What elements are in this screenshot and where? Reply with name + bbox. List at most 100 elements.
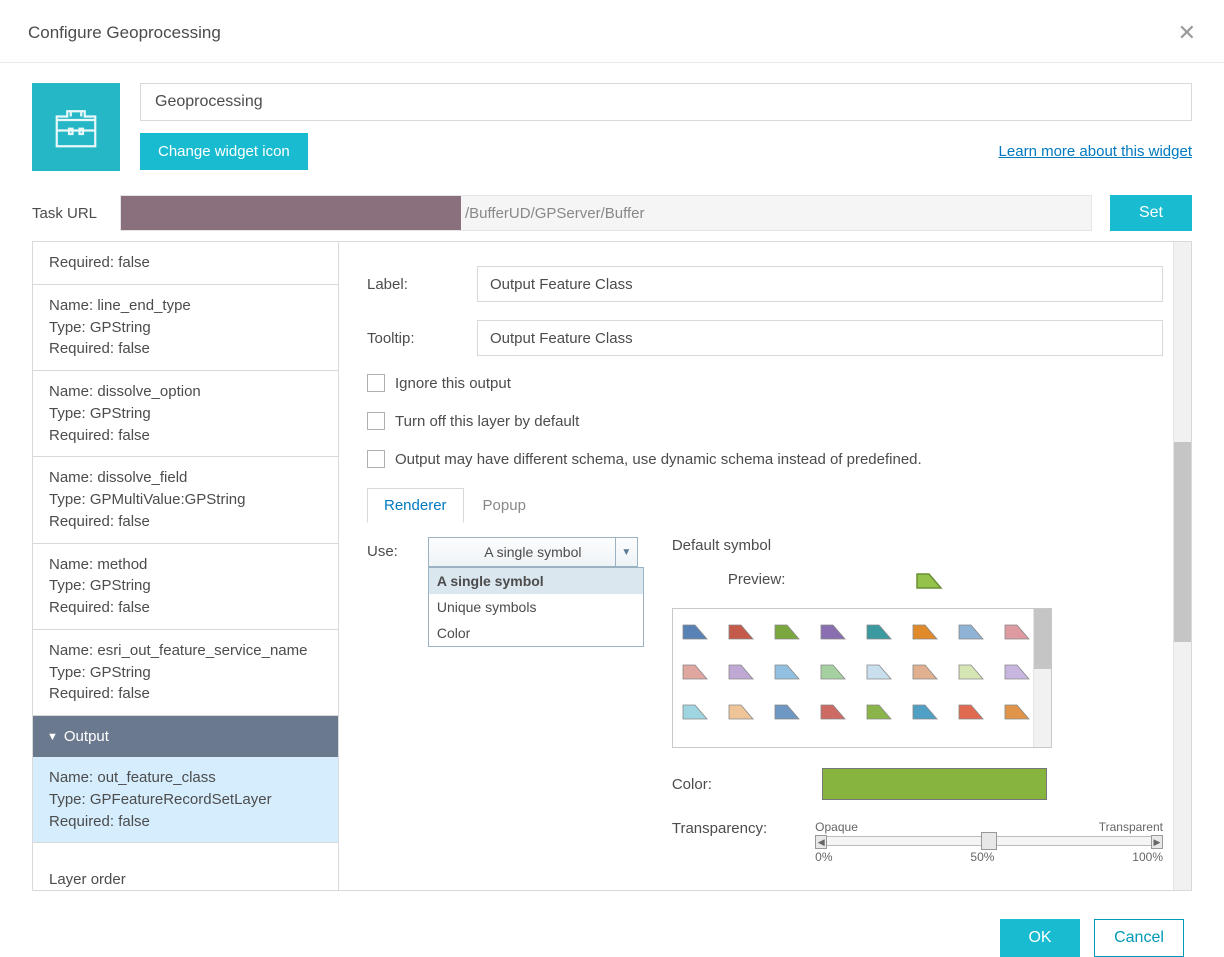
- dialog-title: Configure Geoprocessing: [28, 23, 221, 43]
- cancel-button[interactable]: Cancel: [1094, 919, 1184, 957]
- transparency-slider[interactable]: Opaque Transparent ◀ ▶ 0% 50%: [815, 820, 1163, 864]
- output-param-item[interactable]: Name: out_feature_class Type: GPFeatureR…: [33, 757, 338, 843]
- ignore-output-checkbox[interactable]: [367, 374, 385, 392]
- detail-panel: Label: Tooltip: Ignore this output Turn …: [338, 241, 1192, 891]
- widget-name-input[interactable]: [140, 83, 1192, 121]
- redacted-url-part: [121, 196, 461, 230]
- use-label: Use:: [367, 537, 398, 560]
- sidebar-scroll[interactable]: Required: false Name: line_end_type Type…: [33, 242, 338, 890]
- symbol-swatch[interactable]: [957, 619, 985, 641]
- label-row: Label:: [367, 266, 1163, 302]
- symbol-swatch[interactable]: [865, 659, 893, 681]
- swatch-row: [681, 619, 1043, 641]
- symbol-swatch[interactable]: [1003, 659, 1031, 681]
- symbol-swatch-grid: [672, 608, 1052, 748]
- symbol-swatch[interactable]: [727, 619, 755, 641]
- dialog-footer: OK Cancel: [0, 905, 1224, 957]
- caret-down-icon: ▼: [47, 731, 58, 743]
- renderer-body: Use: A single symbol ▼ A single symbol U…: [367, 537, 1163, 864]
- detail-scrollbar[interactable]: [1173, 242, 1191, 890]
- tab-popup[interactable]: Popup: [466, 488, 543, 523]
- param-item[interactable]: Name: method Type: GPString Required: fa…: [33, 544, 338, 630]
- set-button[interactable]: Set: [1110, 195, 1192, 231]
- slider-track[interactable]: ◀ ▶: [815, 836, 1163, 846]
- slider-thumb[interactable]: [981, 832, 997, 850]
- dropdown-option[interactable]: Color: [429, 620, 643, 646]
- label-input[interactable]: [477, 266, 1163, 302]
- tooltip-label: Tooltip:: [367, 330, 477, 347]
- color-label: Color:: [672, 776, 712, 793]
- grid-scrollbar[interactable]: [1033, 609, 1051, 747]
- tooltip-input[interactable]: [477, 320, 1163, 356]
- task-url-input[interactable]: /BufferUD/GPServer/Buffer: [120, 195, 1092, 231]
- transparency-row: Transparency: Opaque Transparent ◀ ▶: [672, 820, 1163, 864]
- top-section: Change widget icon Learn more about this…: [0, 63, 1224, 171]
- ok-button[interactable]: OK: [1000, 919, 1080, 957]
- dynamic-schema-checkbox[interactable]: [367, 450, 385, 468]
- dynamic-schema-row: Output may have different schema, use dy…: [367, 450, 1163, 468]
- widget-icon[interactable]: [32, 83, 120, 171]
- symbol-swatch[interactable]: [865, 699, 893, 721]
- symbol-swatch[interactable]: [865, 619, 893, 641]
- symbol-swatch[interactable]: [819, 659, 847, 681]
- symbol-swatch[interactable]: [911, 659, 939, 681]
- transparency-label: Transparency:: [672, 820, 767, 837]
- param-item[interactable]: Name: dissolve_field Type: GPMultiValue:…: [33, 457, 338, 543]
- url-visible-text: /BufferUD/GPServer/Buffer: [461, 205, 645, 222]
- param-item[interactable]: Name: dissolve_option Type: GPString Req…: [33, 371, 338, 457]
- learn-more-link[interactable]: Learn more about this widget: [999, 143, 1192, 160]
- tab-renderer[interactable]: Renderer: [367, 488, 464, 523]
- color-swatch[interactable]: [822, 768, 1047, 800]
- symbol-swatch[interactable]: [957, 699, 985, 721]
- symbol-swatch[interactable]: [773, 659, 801, 681]
- symbol-swatch[interactable]: [1003, 619, 1031, 641]
- dropdown-list: A single symbol Unique symbols Color: [428, 567, 644, 647]
- symbol-swatch[interactable]: [681, 659, 709, 681]
- toolbox-icon: [48, 99, 104, 155]
- color-row: Color:: [672, 768, 1163, 800]
- task-url-row: Task URL /BufferUD/GPServer/Buffer Set: [0, 171, 1224, 241]
- dropdown-option[interactable]: Unique symbols: [429, 594, 643, 620]
- preview-label: Preview:: [728, 571, 786, 588]
- param-item[interactable]: Name: line_end_type Type: GPString Requi…: [33, 285, 338, 371]
- turnoff-layer-row: Turn off this layer by default: [367, 412, 1163, 430]
- output-section-header[interactable]: ▼ Output: [33, 716, 338, 757]
- main-area: Required: false Name: line_end_type Type…: [0, 241, 1224, 905]
- symbol-swatch[interactable]: [773, 699, 801, 721]
- layer-order-section[interactable]: Layer order: [33, 857, 338, 890]
- symbol-swatch[interactable]: [727, 659, 755, 681]
- slider-left-end[interactable]: ◀: [815, 835, 827, 849]
- preview-row: Preview:: [672, 568, 1163, 590]
- close-icon[interactable]: ✕: [1178, 20, 1196, 46]
- symbol-swatch[interactable]: [957, 659, 985, 681]
- symbol-swatch[interactable]: [681, 619, 709, 641]
- use-dropdown[interactable]: A single symbol ▼ A single symbol Unique…: [428, 537, 638, 567]
- chevron-down-icon: ▼: [615, 538, 637, 566]
- swatch-row: [681, 659, 1043, 681]
- top-right: Change widget icon Learn more about this…: [140, 83, 1192, 170]
- symbol-swatch[interactable]: [911, 619, 939, 641]
- symbol-swatch[interactable]: [1003, 699, 1031, 721]
- default-symbol-title: Default symbol: [672, 537, 1163, 554]
- preview-shape-icon: [915, 568, 943, 590]
- symbol-swatch[interactable]: [819, 619, 847, 641]
- configure-dialog: Configure Geoprocessing ✕ Change widget …: [0, 0, 1224, 957]
- turnoff-layer-checkbox[interactable]: [367, 412, 385, 430]
- symbol-swatch[interactable]: [681, 699, 709, 721]
- tooltip-row: Tooltip:: [367, 320, 1163, 356]
- default-symbol-column: Default symbol Preview: Colo: [672, 537, 1163, 864]
- change-icon-button[interactable]: Change widget icon: [140, 133, 308, 170]
- dropdown-display[interactable]: A single symbol ▼: [428, 537, 638, 567]
- symbol-swatch[interactable]: [727, 699, 755, 721]
- swatch-row: [681, 699, 1043, 721]
- slider-right-end[interactable]: ▶: [1151, 835, 1163, 849]
- dropdown-option[interactable]: A single symbol: [429, 568, 643, 594]
- param-item[interactable]: Required: false: [33, 242, 338, 285]
- symbol-swatch[interactable]: [819, 699, 847, 721]
- param-item[interactable]: Name: esri_out_feature_service_name Type…: [33, 630, 338, 716]
- symbol-swatch[interactable]: [773, 619, 801, 641]
- sidebar: Required: false Name: line_end_type Type…: [32, 241, 338, 891]
- symbol-swatch[interactable]: [911, 699, 939, 721]
- dialog-header: Configure Geoprocessing ✕: [0, 0, 1224, 63]
- tabs: Renderer Popup: [367, 488, 1163, 523]
